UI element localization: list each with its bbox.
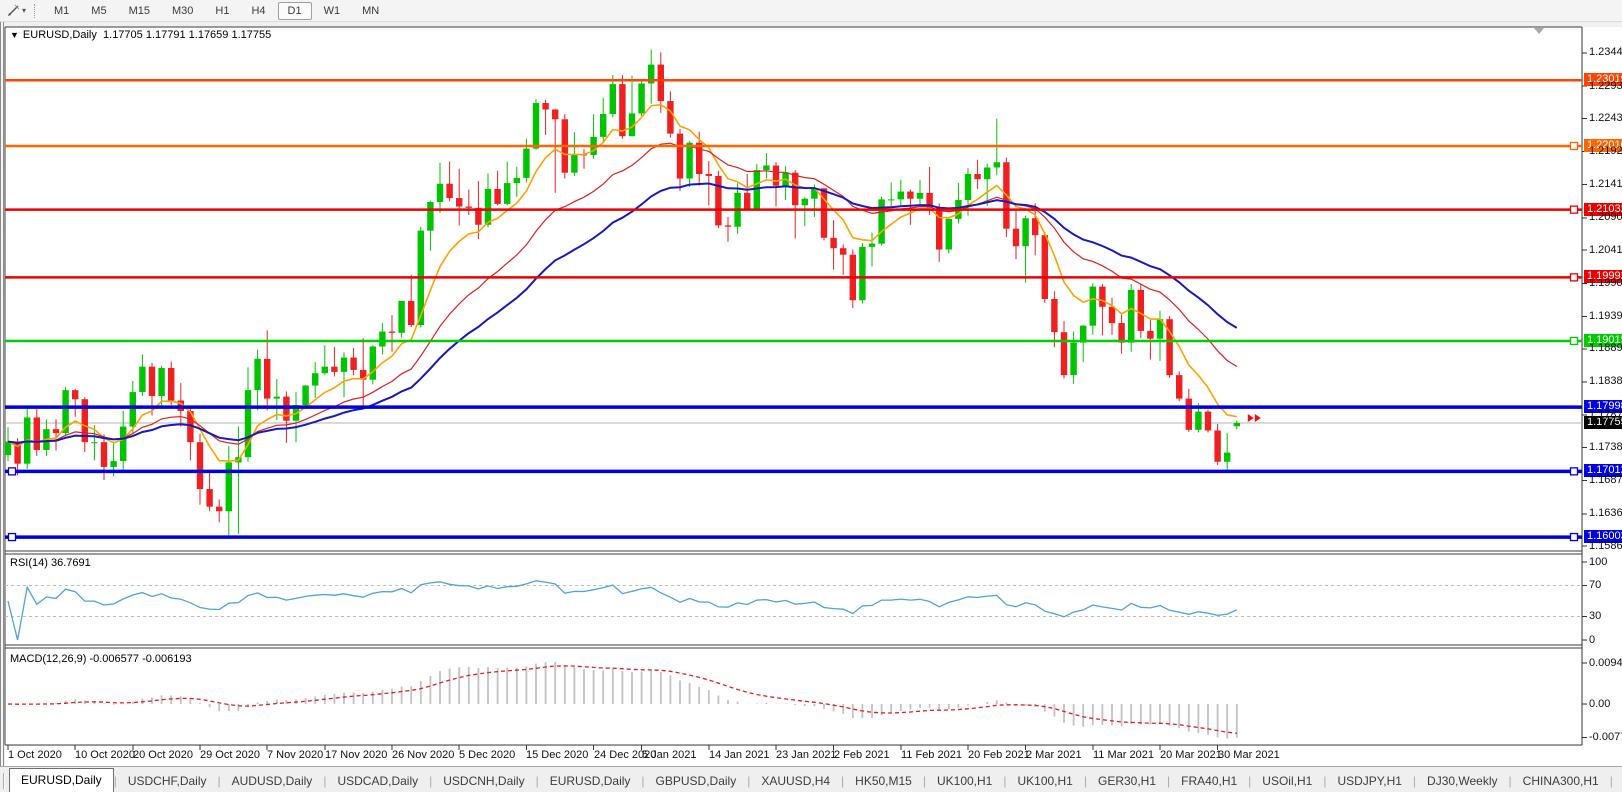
date-axis-label: 17 Nov 2020	[325, 749, 387, 761]
macd-axis-tick: -0.00777	[1589, 731, 1622, 743]
line-anchor[interactable]	[9, 534, 16, 541]
rsi-axis-tick: 70	[1589, 579, 1601, 591]
date-axis-label: 2 Feb 2021	[834, 749, 890, 761]
rsi-axis-tick: 0	[1589, 634, 1595, 646]
price-axis-tick: 1.19900	[1589, 277, 1622, 289]
collapse-icon[interactable]: ▼	[10, 30, 19, 40]
date-axis-label: 29 Oct 2020	[200, 749, 260, 761]
line-anchor[interactable]	[1571, 534, 1578, 541]
date-axis-label: 20 Feb 2021	[968, 749, 1030, 761]
line-anchor[interactable]	[1571, 468, 1578, 475]
date-axis-label: 15 Dec 2020	[526, 749, 588, 761]
line-anchor[interactable]	[9, 468, 16, 475]
chart-header: ▼ EURUSD,Daily 1.17705 1.17791 1.17659 1.…	[10, 29, 271, 41]
symbol-tabs: EURUSD,Daily|USDCHF,Daily|AUDUSD,Daily|U…	[9, 768, 1622, 792]
chart-tab-usdchf-daily[interactable]: USDCHF,Daily	[117, 771, 218, 792]
chart-shift-marker[interactable]	[1534, 28, 1544, 34]
terminal-window: ▾ M1M5M15M30H1H4D1W1MN ▼EURUSD,Daily 1.1…	[0, 0, 1622, 792]
chart-tab-ger30-h1[interactable]: GER30,H1	[1087, 771, 1167, 792]
line-anchor[interactable]	[1571, 142, 1578, 149]
price-axis-tick: 1.15865	[1589, 540, 1622, 552]
date-axis-label: 1 Oct 2020	[8, 749, 62, 761]
line-anchor[interactable]	[1571, 337, 1578, 344]
chart-tab-uk100-h1[interactable]: UK100,H1	[926, 771, 1003, 792]
chart-tab-usoil-h1[interactable]: USOil,H1	[1251, 771, 1323, 792]
chart-tab-hk50-m15[interactable]: HK50,M15	[844, 771, 923, 792]
date-axis-label: 20 Oct 2020	[133, 749, 193, 761]
line-anchor[interactable]	[1571, 274, 1578, 281]
chart-tab-audusd-daily[interactable]: AUDUSD,Daily	[221, 771, 324, 792]
price-axis-tick: 1.18895	[1589, 342, 1622, 354]
chart-tab-uk100-h1[interactable]: UK100,H1	[1006, 771, 1083, 792]
chart-tab-xauusd-h4[interactable]: XAUUSD,H4	[750, 771, 841, 792]
chart-tab-u[interactable]: U	[1613, 771, 1622, 792]
chart-symbol-period: EURUSD,Daily	[23, 29, 97, 41]
chart-tab-usdcad-daily[interactable]: USDCAD,Daily	[326, 771, 429, 792]
rsi-indicator-label: RSI(14) 36.7691	[10, 557, 91, 569]
date-axis-label: 20 Mar 2021	[1160, 749, 1222, 761]
chart-ohlc-values: 1.17705 1.17791 1.17659 1.17755	[103, 29, 271, 41]
macd-axis-tick: 0.009478	[1589, 657, 1622, 669]
date-axis-label: 14 Jan 2021	[709, 749, 770, 761]
price-axis-tick: 1.17380	[1589, 441, 1622, 453]
chart-tab-gbpusd-daily[interactable]: GBPUSD,Daily	[645, 771, 748, 792]
date-axis-label: 23 Jan 2021	[776, 749, 837, 761]
price-axis-tick: 1.23440	[1589, 46, 1622, 58]
date-axis-label: 26 Nov 2020	[392, 749, 454, 761]
price-axis-tick: 1.19390	[1589, 310, 1622, 322]
chart-tab-china300-h1[interactable]: CHINA300,H1	[1512, 771, 1610, 792]
macd-axis-tick: 0.00	[1589, 698, 1610, 710]
price-axis-tick: 1.21925	[1589, 145, 1622, 157]
price-axis-tick: 1.20410	[1589, 244, 1622, 256]
date-axis-label: 30 Mar 2021	[1218, 749, 1280, 761]
chart-canvas[interactable]	[0, 0, 1622, 768]
rsi-axis-tick: 30	[1589, 610, 1601, 622]
price-axis-tick: 1.18385	[1589, 375, 1622, 387]
chart-tab-fra40-h1[interactable]: FRA40,H1	[1170, 771, 1248, 792]
symbol-tab-bar: EURUSD,Daily|USDCHF,Daily|AUDUSD,Daily|U…	[0, 766, 1622, 792]
date-axis-label: 11 Mar 2021	[1093, 749, 1154, 761]
tabbar-grip	[3, 773, 5, 789]
macd-indicator-label: MACD(12,26,9) -0.006577 -0.006193	[10, 653, 192, 665]
date-axis-label: 5 Jan 2021	[642, 749, 696, 761]
chart-tab-eurusd-daily[interactable]: EURUSD,Daily	[539, 771, 642, 792]
price-axis-tick: 1.16870	[1589, 474, 1622, 486]
price-axis-tick: 1.22930	[1589, 80, 1622, 92]
price-axis-tick: 1.22435	[1589, 112, 1622, 124]
date-axis-label: 2 Mar 2021	[1026, 749, 1082, 761]
rsi-axis-tick: 100	[1589, 556, 1607, 568]
date-axis-label: 11 Feb 2021	[901, 749, 962, 761]
price-axis-tick: 1.17875	[1589, 409, 1622, 421]
date-axis-label: 7 Nov 2020	[267, 749, 323, 761]
chart-tab-eurusd-daily[interactable]: EURUSD,Daily	[9, 768, 114, 792]
line-anchor[interactable]	[1571, 206, 1578, 213]
price-axis-tick: 1.20905	[1589, 211, 1622, 223]
date-axis-label: 5 Dec 2020	[459, 749, 515, 761]
chart-tab-usdjpy-h1[interactable]: USDJPY,H1	[1326, 771, 1412, 792]
chart-tab-dj30-weekly[interactable]: DJ30,Weekly	[1416, 771, 1508, 792]
chart-tab-usdcnh-daily[interactable]: USDCNH,Daily	[432, 771, 535, 792]
date-axis-label: 10 Oct 2020	[75, 749, 135, 761]
price-axis-tick: 1.16360	[1589, 507, 1622, 519]
price-axis-tick: 1.21415	[1589, 178, 1622, 190]
